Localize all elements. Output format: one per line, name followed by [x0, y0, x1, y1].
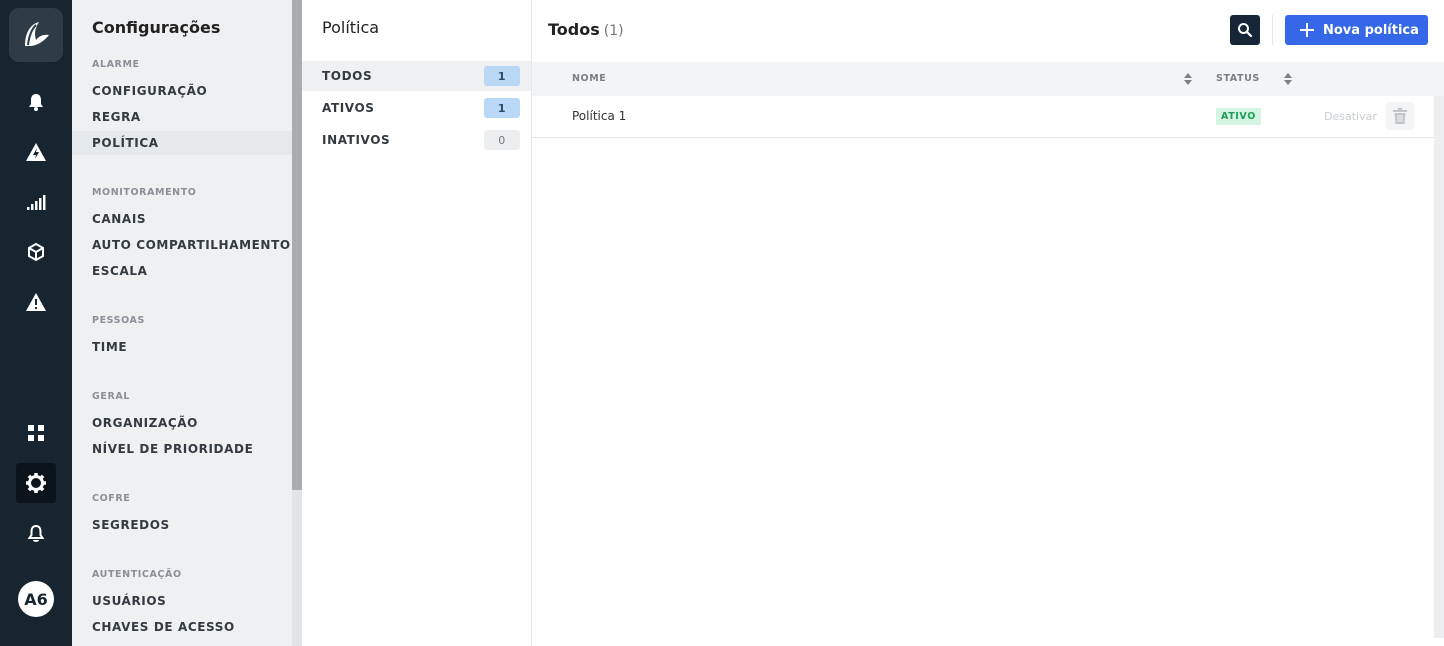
table-header: NOME STATUS: [532, 62, 1444, 96]
main-scroll-track[interactable]: [1434, 96, 1444, 638]
sort-icon[interactable]: [1284, 73, 1292, 85]
deactivate-button[interactable]: Desativar: [1324, 110, 1377, 123]
sidebar-item-canais[interactable]: CANAIS: [72, 207, 292, 231]
trash-icon: [1393, 108, 1407, 124]
sidebar-item-organizacao[interactable]: ORGANIZAÇÃO: [72, 411, 292, 435]
signal-bars-icon[interactable]: [16, 182, 56, 222]
table-row[interactable]: Política 1 ATIVO Desativar: [532, 96, 1434, 138]
main-panel: Todos (1) Nova política NOME STATUS Polít…: [532, 0, 1444, 646]
count-badge: 0: [484, 130, 520, 150]
new-policy-button[interactable]: Nova política: [1285, 15, 1428, 45]
filter-ativos[interactable]: ATIVOS 1: [302, 93, 531, 123]
section-label-autenticacao: AUTENTICAÇÃO: [92, 569, 182, 580]
section-label-alarme: ALARME: [92, 59, 140, 70]
sidebar-item-usuarios[interactable]: USUÁRIOS: [72, 589, 292, 613]
filter-label: INATIVOS: [322, 133, 391, 147]
apps-grid-icon[interactable]: [16, 413, 56, 453]
sidebar-item-escala[interactable]: ESCALA: [72, 259, 292, 283]
sidebar-scroll-track[interactable]: [292, 490, 302, 646]
section-label-pessoas: PESSOAS: [92, 315, 145, 326]
warning-icon[interactable]: [16, 282, 56, 322]
count-badge: 1: [484, 98, 520, 118]
sidebar-item-segredos[interactable]: SEGREDOS: [72, 513, 292, 537]
page-title-text: Todos: [548, 20, 600, 39]
sidebar-item-chaves-de-acesso[interactable]: CHAVES DE ACESSO: [72, 615, 292, 639]
gear-icon[interactable]: [16, 463, 56, 503]
search-icon: [1238, 23, 1253, 38]
page-title-count: (1): [603, 23, 624, 39]
sidebar-item-regra[interactable]: REGRA: [72, 105, 292, 129]
page-title: Todos (1): [548, 20, 624, 39]
incident-bolt-icon[interactable]: [16, 132, 56, 172]
delete-button[interactable]: [1386, 102, 1414, 130]
policy-name[interactable]: Política 1: [572, 109, 626, 123]
sidebar-item-nivel-de-prioridade[interactable]: NÍVEL DE PRIORIDADE: [72, 437, 292, 461]
notification-bell-icon[interactable]: [16, 513, 56, 553]
sidebar-scrollbar[interactable]: [292, 0, 302, 490]
sort-icon[interactable]: [1184, 73, 1192, 85]
sidebar-item-auto-compartilhamento[interactable]: AUTO COMPARTILHAMENTO: [72, 233, 292, 257]
bell-icon[interactable]: [16, 82, 56, 122]
section-label-cofre: COFRE: [92, 493, 131, 504]
filter-label: TODOS: [322, 69, 373, 83]
count-badge: 1: [484, 66, 520, 86]
sidebar-item-time[interactable]: TIME: [72, 335, 292, 359]
new-policy-label: Nova política: [1323, 22, 1419, 38]
avatar[interactable]: A6: [18, 581, 54, 617]
filter-todos[interactable]: TODOS 1: [302, 61, 531, 91]
sidebar-item-configuracao[interactable]: CONFIGURAÇÃO: [72, 79, 292, 103]
filter-inativos[interactable]: INATIVOS 0: [302, 125, 531, 155]
plus-icon: [1300, 23, 1314, 37]
column-header-status[interactable]: STATUS: [1216, 73, 1260, 84]
icon-rail: A6: [0, 0, 72, 646]
logo-icon[interactable]: [9, 8, 63, 62]
cube-icon[interactable]: [16, 232, 56, 272]
search-button[interactable]: [1230, 15, 1260, 45]
toolbar-divider: [1272, 15, 1273, 45]
policy-title: Política: [322, 18, 380, 37]
policy-filter-panel: Política TODOS 1 ATIVOS 1 INATIVOS 0: [302, 0, 532, 646]
section-label-geral: GERAL: [92, 391, 131, 402]
filter-label: ATIVOS: [322, 101, 375, 115]
settings-title: Configurações: [92, 18, 221, 37]
settings-sidebar: Configurações ALARME CONFIGURAÇÃO REGRA …: [72, 0, 302, 646]
sidebar-item-politica[interactable]: POLÍTICA: [72, 131, 292, 155]
column-header-name[interactable]: NOME: [572, 73, 606, 84]
status-badge: ATIVO: [1216, 108, 1261, 125]
section-label-monitoramento: MONITORAMENTO: [92, 187, 197, 198]
